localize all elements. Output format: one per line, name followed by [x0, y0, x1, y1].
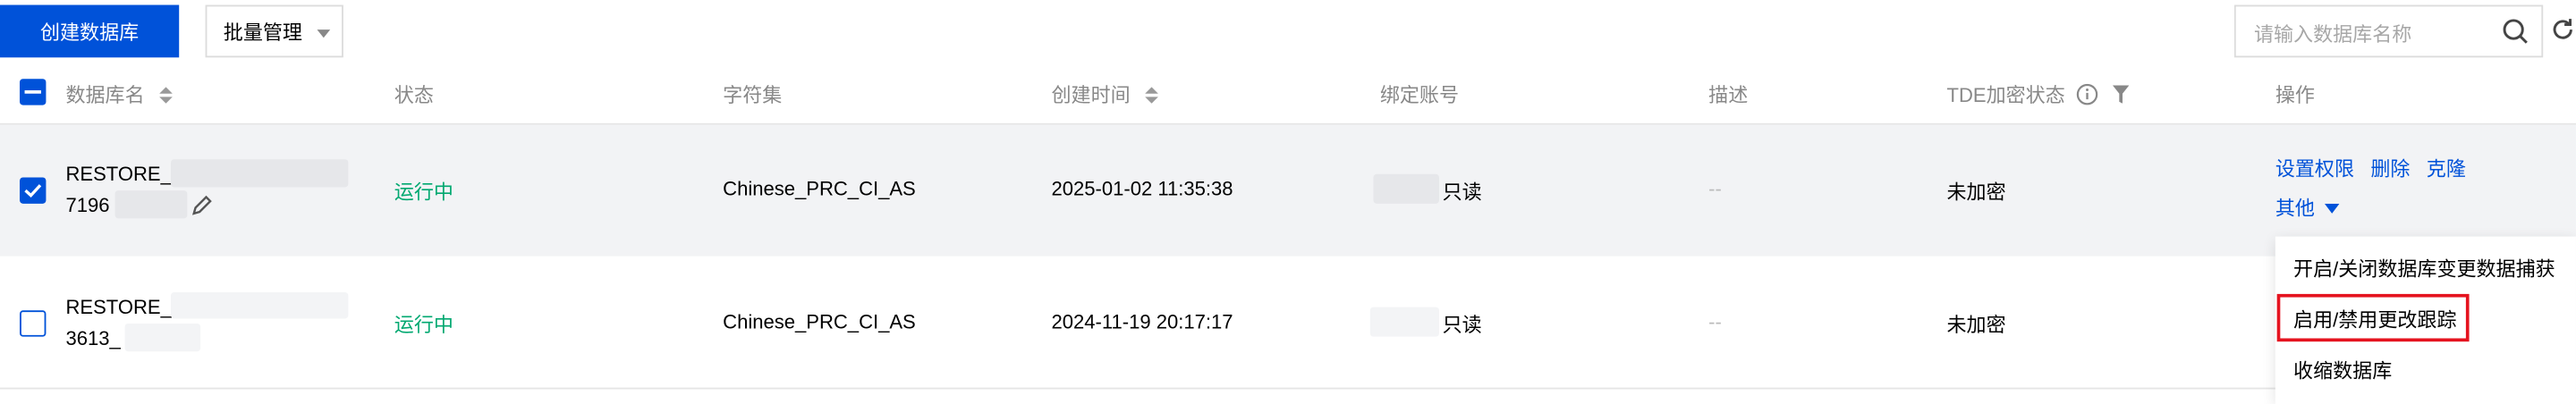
create-database-label: 创建数据库 [39, 20, 140, 44]
refresh-icon[interactable] [2550, 16, 2576, 42]
set-permissions-link[interactable]: 设置权限 [2275, 155, 2354, 182]
status-text: 运行中 [394, 313, 453, 337]
tde-status: 未加密 [1946, 181, 2006, 204]
search-placeholder: 请输入数据库名称 [2253, 22, 2412, 46]
redacted-block [124, 323, 201, 352]
db-name-line1: RESTORE_ [65, 295, 172, 319]
header-actions: 操作 [2275, 83, 2315, 107]
header-name[interactable]: 数据库名 [65, 80, 174, 108]
description-text: -- [1708, 310, 1722, 333]
redacted-block [171, 159, 349, 188]
more-actions-link[interactable]: 其他 [2275, 194, 2341, 222]
search-input[interactable]: 请输入数据库名称 [2233, 4, 2544, 58]
table-row: RESTORE_ 3613_ 运行中 Chinese_PRC_CI_AS 202… [0, 257, 2576, 390]
db-name-line1: RESTORE_ [65, 162, 172, 186]
tde-status: 未加密 [1946, 313, 2006, 337]
description-text: -- [1708, 177, 1722, 201]
row-checkbox[interactable] [20, 310, 47, 337]
search-icon[interactable] [2502, 18, 2528, 44]
check-icon [24, 184, 42, 198]
menu-item-cdc-toggle[interactable]: 开启/关闭数据库变更数据捕获 [2293, 255, 2555, 282]
menu-item-shrink-database[interactable]: 收缩数据库 [2293, 357, 2392, 384]
header-created[interactable]: 创建时间 [1051, 80, 1159, 108]
delete-link[interactable]: 删除 [2370, 155, 2410, 182]
batch-manage-dropdown[interactable]: 批量管理 [205, 4, 343, 58]
created-time: 2025-01-02 11:35:38 [1051, 177, 1233, 201]
header-charset: 字符集 [723, 83, 783, 107]
account-text: 只读 [1442, 313, 1482, 337]
header-account: 绑定账号 [1379, 83, 1460, 107]
db-name-line2: 3613_ [65, 326, 121, 350]
table-row: RESTORE_ 7196 运行中 Chinese_PRC_CI_AS 2025… [0, 124, 2576, 257]
header-status: 状态 [394, 83, 434, 107]
sort-icon[interactable] [159, 87, 174, 104]
caret-down-icon [317, 29, 331, 38]
filter-icon[interactable] [2112, 85, 2129, 104]
caret-down-icon [2325, 203, 2341, 214]
redacted-block [1373, 173, 1439, 204]
info-icon[interactable] [2077, 83, 2098, 105]
header-name-label: 数据库名 [65, 83, 145, 107]
page: 创建数据库 批量管理 请输入数据库名称 数据库名 状态 字符集 创建时间 绑定账… [0, 0, 2576, 404]
charset-text: Chinese_PRC_CI_AS [723, 177, 916, 201]
edit-icon[interactable] [191, 195, 212, 217]
clone-link[interactable]: 克隆 [2427, 155, 2466, 182]
charset-text: Chinese_PRC_CI_AS [723, 310, 916, 333]
status-text: 运行中 [394, 181, 453, 204]
create-database-button[interactable]: 创建数据库 [0, 4, 180, 58]
header-tde: TDE加密状态 [1946, 80, 2129, 108]
header-desc: 描述 [1708, 83, 1749, 107]
more-actions-label: 其他 [2275, 197, 2315, 221]
created-time: 2024-11-19 20:17:17 [1051, 310, 1233, 333]
redacted-block [171, 292, 349, 319]
table-header: 数据库名 状态 字符集 创建时间 绑定账号 描述 TDE加密状态 操作 [0, 63, 2576, 125]
row-checkbox[interactable] [20, 177, 47, 204]
header-tde-label: TDE加密状态 [1946, 83, 2065, 107]
highlight-box [2276, 293, 2470, 342]
redacted-block [1369, 307, 1439, 337]
account-text: 只读 [1442, 181, 1482, 204]
header-created-label: 创建时间 [1051, 83, 1131, 107]
sort-icon[interactable] [1145, 87, 1159, 104]
redacted-block [114, 190, 188, 219]
batch-manage-label: 批量管理 [223, 20, 302, 44]
db-name-line2: 7196 [65, 193, 110, 217]
select-all-checkbox[interactable] [20, 79, 47, 105]
